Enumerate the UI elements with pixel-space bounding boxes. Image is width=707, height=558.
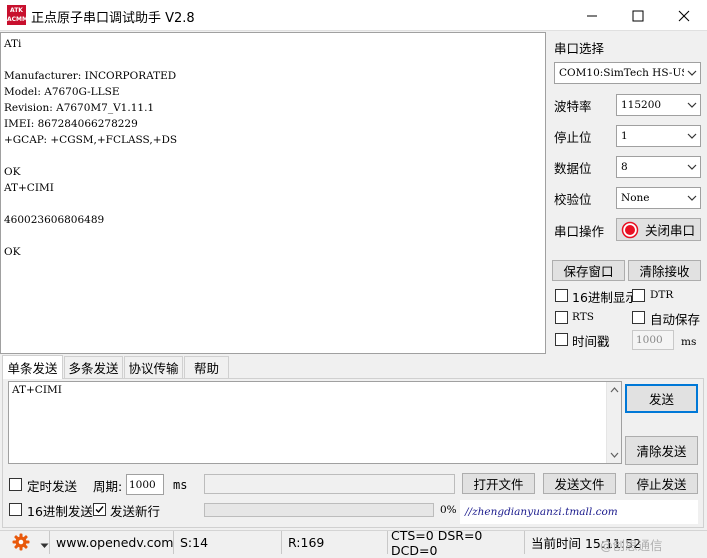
status-received-count[interactable]: R:169 xyxy=(281,531,386,554)
timestamp-unit: ms xyxy=(681,336,697,348)
receive-area[interactable]: ATi Manufacturer: INCORPORATED Model: A7… xyxy=(0,32,546,354)
baud-select-value: 115200 xyxy=(621,99,662,111)
timestamp-label: 时间戳 xyxy=(572,334,610,349)
period-label: 周期: xyxy=(93,479,123,494)
send-input[interactable]: AT+CIMI xyxy=(8,381,622,464)
dtr-checkbox[interactable] xyxy=(632,289,645,302)
send-progress-bar xyxy=(204,503,434,517)
hex-send-label: 16进制发送 xyxy=(27,504,93,519)
watermark-text: @创思通信 xyxy=(600,538,663,553)
chevron-down-icon xyxy=(684,70,700,76)
rts-checkbox[interactable] xyxy=(555,311,568,324)
auto-save-label: 自动保存 xyxy=(650,312,701,327)
port-select[interactable]: COM10:SimTech HS-USB xyxy=(554,62,701,84)
hex-send-checkbox[interactable] xyxy=(9,503,22,516)
send-newline-label: 发送新行 xyxy=(110,504,161,519)
settings-dropdown-icon[interactable] xyxy=(40,538,49,552)
hex-display-checkbox[interactable] xyxy=(555,289,568,302)
save-window-button[interactable]: 保存窗口 xyxy=(552,260,625,281)
send-file-button[interactable]: 发送文件 xyxy=(543,473,616,494)
baud-select[interactable]: 115200 xyxy=(616,94,701,116)
tab-protocol[interactable]: 协议传输 xyxy=(124,356,183,378)
parity-label: 校验位 xyxy=(554,192,592,207)
stopbits-label: 停止位 xyxy=(554,130,592,145)
hex-display-label: 16进制显示 xyxy=(572,290,638,305)
clear-send-button[interactable]: 清除发送 xyxy=(625,436,698,465)
databits-select-value: 8 xyxy=(621,161,628,173)
timestamp-checkbox[interactable] xyxy=(555,333,568,346)
close-button[interactable] xyxy=(661,0,707,31)
port-select-label: 串口选择 xyxy=(554,41,605,56)
baud-label: 波特率 xyxy=(554,99,592,114)
port-status-icon xyxy=(621,221,639,238)
tab-multi-send[interactable]: 多条发送 xyxy=(64,356,123,378)
auto-save-checkbox[interactable] xyxy=(632,311,645,324)
timestamp-input[interactable]: 1000 xyxy=(632,330,674,350)
status-sent-count[interactable]: S:14 xyxy=(173,531,280,554)
chevron-down-icon xyxy=(684,133,700,139)
clear-receive-button[interactable]: 清除接收 xyxy=(628,260,701,281)
chevron-down-icon xyxy=(684,102,700,108)
dtr-label: DTR xyxy=(650,289,674,301)
receive-text: ATi Manufacturer: INCORPORATED Model: A7… xyxy=(4,38,178,258)
port-op-label: 串口操作 xyxy=(554,224,605,239)
send-newline-checkbox[interactable] xyxy=(93,503,106,516)
scroll-up-icon xyxy=(610,387,619,393)
scroll-down-icon xyxy=(610,452,619,458)
stop-send-button[interactable]: 停止发送 xyxy=(625,473,698,494)
file-path-input[interactable] xyxy=(204,474,455,494)
period-unit: ms xyxy=(173,478,188,492)
minimize-button[interactable] xyxy=(569,0,615,31)
tab-help[interactable]: 帮助 xyxy=(184,356,229,378)
maximize-icon xyxy=(632,10,644,21)
parity-select-value: None xyxy=(621,192,650,204)
rts-label: RTS xyxy=(572,311,594,323)
close-icon xyxy=(678,10,690,21)
chevron-down-icon xyxy=(684,164,700,170)
send-text: AT+CIMI xyxy=(12,384,62,396)
timed-send-checkbox[interactable] xyxy=(9,478,22,491)
chevron-down-icon xyxy=(684,195,700,201)
databits-label: 数据位 xyxy=(554,161,592,176)
status-line-states: CTS=0 DSR=0 DCD=0 xyxy=(387,528,523,558)
period-input[interactable]: 1000 xyxy=(126,474,164,495)
parity-select[interactable]: None xyxy=(616,187,701,209)
checkmark-icon xyxy=(95,506,104,514)
status-website[interactable]: www.openedv.com xyxy=(49,531,173,554)
gear-icon[interactable] xyxy=(12,533,30,554)
maximize-button[interactable] xyxy=(615,0,661,31)
open-file-button[interactable]: 打开文件 xyxy=(462,473,535,494)
stopbits-select-value: 1 xyxy=(621,130,628,142)
send-progress-text: 0% xyxy=(440,504,457,516)
close-port-label: 关闭串口 xyxy=(645,223,696,238)
port-select-value: COM10:SimTech HS-USB xyxy=(559,67,684,79)
send-scrollbar[interactable] xyxy=(606,382,621,463)
databits-select[interactable]: 8 xyxy=(616,156,701,178)
window-title: 正点原子串口调试助手 V2.8 xyxy=(31,11,195,26)
minimize-icon xyxy=(587,15,597,16)
send-button[interactable]: 发送 xyxy=(625,384,698,413)
store-url[interactable]: //zhengdianyuanzi.tmall.com xyxy=(465,506,618,518)
stopbits-select[interactable]: 1 xyxy=(616,125,701,147)
close-port-button[interactable]: 关闭串口 xyxy=(616,218,701,241)
tab-single-send[interactable]: 单条发送 xyxy=(2,355,63,379)
app-logo: ATK ACMM xyxy=(7,5,28,25)
timed-send-label: 定时发送 xyxy=(27,479,78,494)
